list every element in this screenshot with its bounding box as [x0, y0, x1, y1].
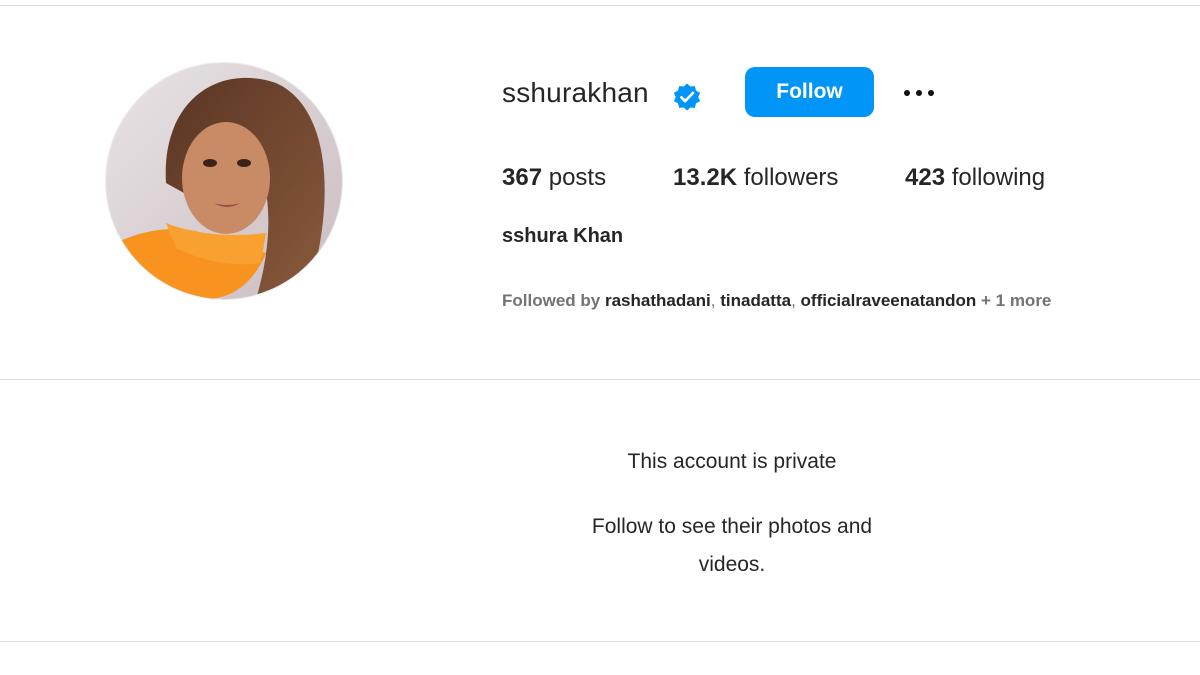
separator: , — [710, 291, 721, 310]
followed-by-more[interactable]: + 1 more — [981, 291, 1051, 310]
posts-count: 367 — [502, 164, 543, 191]
section-divider — [0, 379, 1200, 380]
full-name: sshura Khan — [502, 225, 624, 247]
dot — [904, 90, 910, 96]
followed-by-user[interactable]: officialraveenatandon — [801, 291, 977, 310]
following-stat[interactable]: 423 following — [905, 163, 1045, 193]
private-account-title: This account is private — [627, 450, 837, 473]
following-count: 423 — [905, 164, 946, 191]
username: sshurakhan — [502, 77, 649, 108]
profile-page: sshurakhan Follow 367 posts 13.2K follow… — [0, 0, 1200, 675]
profile-photo — [106, 63, 342, 299]
follow-button[interactable]: Follow — [745, 67, 874, 117]
more-options-icon[interactable] — [898, 80, 940, 106]
dot — [916, 90, 922, 96]
followed-by-user[interactable]: rashathadani — [605, 291, 711, 310]
bottom-divider — [0, 641, 1200, 642]
top-divider — [0, 5, 1200, 6]
dot — [928, 90, 934, 96]
followers-count: 13.2K — [673, 164, 738, 191]
verified-badge-icon — [673, 83, 701, 111]
posts-stat: 367 posts — [502, 163, 606, 193]
posts-label: posts — [548, 164, 607, 191]
private-account-subtitle: Follow to see their photos and videos. — [591, 515, 873, 576]
followed-by-line[interactable]: Followed by rashathadani, tinadatta, off… — [502, 291, 1051, 311]
followed-by-user[interactable]: tinadatta — [720, 291, 791, 310]
followers-label: followers — [743, 164, 839, 191]
followers-stat[interactable]: 13.2K followers — [673, 163, 838, 193]
followed-by-label: Followed by — [502, 291, 601, 310]
following-label: following — [951, 164, 1046, 191]
avatar[interactable] — [106, 63, 342, 299]
separator: , — [791, 291, 801, 310]
